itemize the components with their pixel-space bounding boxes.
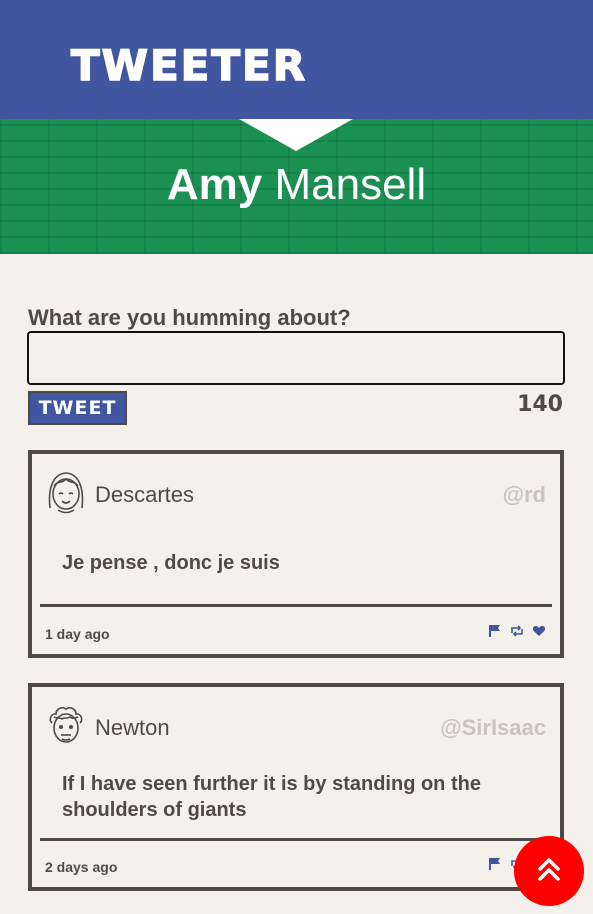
tweet-author: Descartes [95,482,195,507]
profile-last-name: Mansell [274,160,427,209]
tweet-handle[interactable]: @rd [503,482,546,508]
profile-name: Amy Mansell [0,159,593,211]
top-navbar: Tweeter [0,0,593,119]
tweet-divider [40,604,552,607]
flag-icon[interactable] [488,857,502,871]
tweet-input[interactable] [27,331,565,385]
tweet-divider [40,838,552,841]
heart-icon[interactable] [532,624,546,638]
double-chevron-up-icon [534,854,564,889]
tweet-timestamp: 1 day ago [45,626,110,642]
tweet-author: Newton [95,715,170,740]
tweet-card: Newton @SirIsaac If I have seen further … [28,683,564,891]
retweet-icon[interactable] [510,624,524,638]
tweet-timestamp: 2 days ago [45,859,118,875]
scroll-to-top-button[interactable] [514,836,584,906]
tweet-handle[interactable]: @SirIsaac [440,715,546,741]
girl-face-avatar-icon [46,470,86,514]
flag-icon[interactable] [488,624,502,638]
profile-first-name: Amy [166,160,263,209]
tweet-card: Descartes @rd Je pense , donc je suis 1 … [28,450,564,658]
tweet-actions [488,624,546,638]
tweet-text: If I have seen further it is by standing… [62,773,481,821]
profile-banner: Amy Mansell [0,119,593,254]
composer-label: What are you humming about? [28,305,351,330]
tweet-text: Je pense , donc je suis [62,552,280,574]
brand-logo[interactable]: Tweeter [70,44,307,88]
curly-hair-face-avatar-icon [46,703,86,747]
banner-notch [239,119,353,151]
tweet-button[interactable]: Tweet [28,391,127,425]
character-counter: 140 [517,392,563,417]
